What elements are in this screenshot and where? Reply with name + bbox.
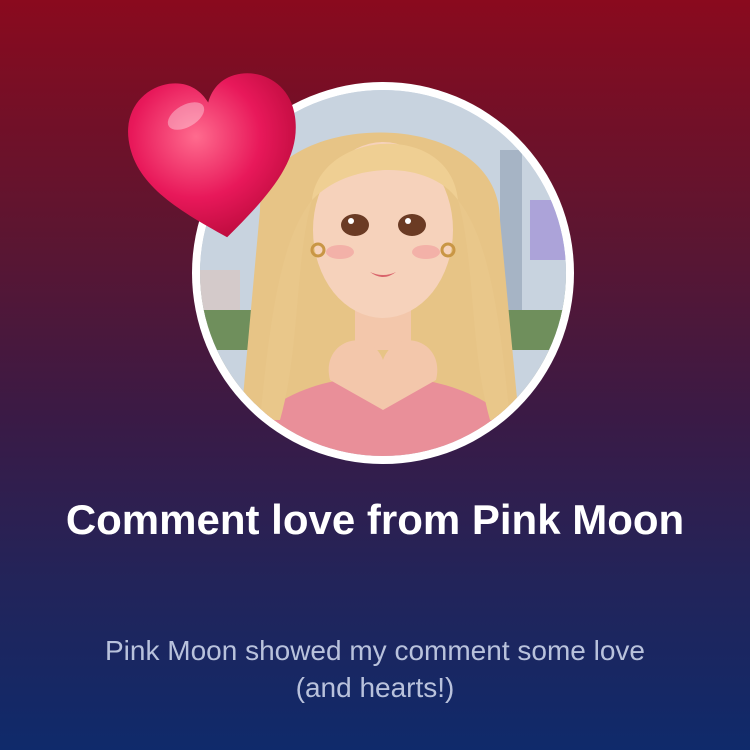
notification-subtitle: Pink Moon showed my comment some love (a… [105,635,645,703]
heart-icon [128,73,296,238]
notification-title: Comment love from Pink Moon [65,496,685,543]
notification-card: Comment love from Pink Moon Pink Moon sh… [0,0,750,750]
